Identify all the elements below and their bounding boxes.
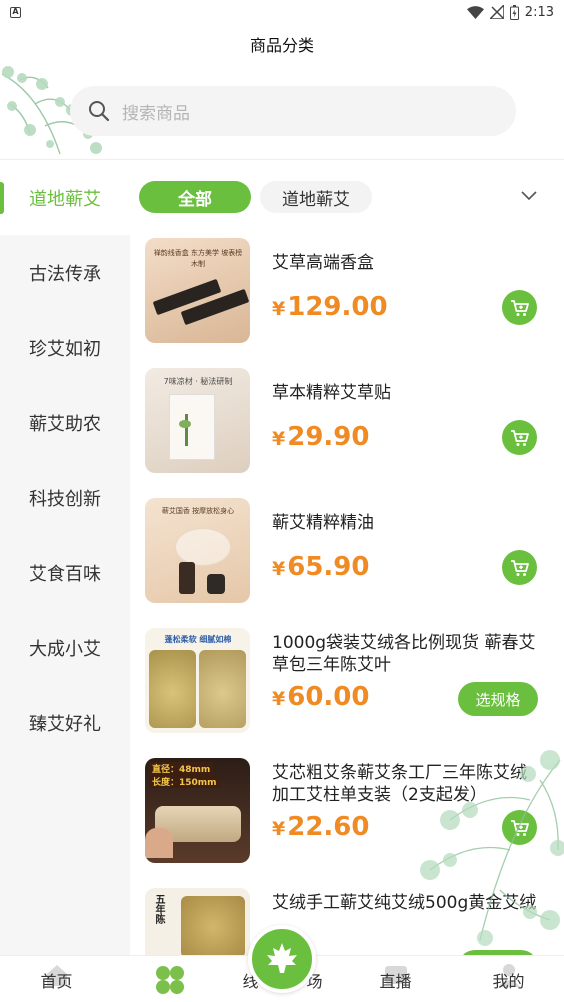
product-name: 艾绒手工蕲艾纯艾绒500g黄金艾绒 [272,893,537,913]
cart-icon [510,559,529,576]
sidebar-item-daodi-qiai[interactable]: 道地蕲艾 [0,160,130,235]
currency-symbol: ¥ [272,818,286,840]
product-image: 五年陈 [145,888,250,955]
product-price: ¥129.00 [272,292,388,322]
product-price: ¥29.90 [272,422,369,452]
thumb-caption-diameter: 直径：48mm [149,762,214,775]
system-icons: 2:13 [466,4,554,20]
product-image: 蓬松柔软 细腻如棉 [145,628,250,733]
thumb-caption: 蓬松柔软 细腻如棉 [164,635,232,644]
add-to-cart-button[interactable] [502,420,537,455]
nav-category[interactable] [113,956,226,1002]
add-to-cart-button[interactable] [502,550,537,585]
product-item[interactable]: 蕲艾国香 按摩放松身心 蕲艾精粹精油 ¥65.90 [130,490,564,610]
sidebar-item-keji-chuangxin[interactable]: 科技创新 [0,460,130,535]
product-name: 1000g袋装艾绒各比例现货 蕲春艾草包三年陈艾叶 [272,633,536,675]
nav-broadcast-label: 直播 [379,971,412,991]
currency-symbol: ¥ [272,558,286,580]
category-icon [155,965,184,994]
price-value: 22.60 [287,812,370,842]
nav-home-label: 首页 [40,971,73,991]
nav-home[interactable]: 首页 [0,956,113,1002]
product-list: 禅韵线香盒 东方美学 坡表榜木制 艾草高端香盒 ¥129.00 7味凉材 · 秘… [130,230,564,955]
battery-icon [509,4,519,20]
product-name: 艾芯粗艾条蕲艾条工厂三年陈艾绒加工艾柱单支装（2支起发） [272,763,527,805]
currency-symbol: ¥ [272,428,286,450]
sidebar-item-zhenai-ruchu[interactable]: 珍艾如初 [0,310,130,385]
nav-broadcast[interactable]: 直播 [339,956,452,1002]
notification-area: A [10,6,21,18]
product-item[interactable]: 蓬松柔软 细腻如棉 1000g袋装艾绒各比例现货 蕲春艾草包三年陈艾叶 ¥60.… [130,620,564,740]
category-sidebar: 道地蕲艾 古法传承 珍艾如初 蕲艾助农 科技创新 艾食百味 大成小艾 臻艾好礼 [0,160,130,955]
product-name: 蕲艾精粹精油 [272,513,374,533]
status-bar: A 2:13 [0,0,564,24]
wifi-icon [466,5,484,19]
sidebar-item-qiai-zhunong[interactable]: 蕲艾助农 [0,385,130,460]
thumb-caption: 禅韵线香盒 东方美学 坡表榜木制 [153,249,243,268]
thumb-caption: 7味凉材 · 秘法研制 [163,377,233,386]
product-item[interactable]: 五年陈 艾绒手工蕲艾纯艾绒500g黄金艾绒 [130,880,564,955]
page-title: 商品分类 [249,36,314,55]
product-price: ¥22.60 [272,812,369,842]
product-item[interactable]: 7味凉材 · 秘法研制 草本精粹艾草贴 ¥29.90 [130,360,564,480]
app-notification-icon: A [10,6,21,18]
sidebar-item-zhenai-haoli[interactable]: 臻艾好礼 [0,685,130,760]
product-image: 蕲艾国香 按摩放松身心 [145,498,250,603]
price-value: 65.90 [287,552,370,582]
product-image: 7味凉材 · 秘法研制 [145,368,250,473]
sidebar-item-aishi-baiwei[interactable]: 艾食百味 [0,535,130,610]
maple-leaf-icon [267,943,297,973]
cart-icon [510,299,529,316]
select-spec-button[interactable]: 选规格 [458,682,538,716]
filter-all-chip[interactable]: 全部 [139,181,251,213]
add-to-cart-button[interactable] [502,290,537,325]
product-item[interactable]: 禅韵线香盒 东方美学 坡表榜木制 艾草高端香盒 ¥129.00 [130,230,564,350]
sidebar-item-dacheng-xiaoai[interactable]: 大成小艾 [0,610,130,685]
sidebar-item-gufa-chuancheng[interactable]: 古法传承 [0,235,130,310]
header: 搜索商品 [0,64,564,160]
live-center-button[interactable] [248,925,316,993]
thumb-caption-length: 长度：150mm [149,775,220,788]
add-to-cart-button[interactable] [502,810,537,845]
product-item[interactable]: 直径：48mm 长度：150mm 艾芯粗艾条蕲艾条工厂三年陈艾绒加工艾柱单支装（… [130,750,564,870]
price-value: 60.00 [287,682,370,712]
product-price: ¥65.90 [272,552,369,582]
cart-icon [510,429,529,446]
cart-icon [510,819,529,836]
chevron-down-icon[interactable] [520,190,538,202]
status-time: 2:13 [524,4,554,20]
product-name: 艾草高端香盒 [272,253,374,273]
nav-mine[interactable]: 我的 [452,956,564,1002]
thumb-caption: 五年陈 [153,894,164,924]
search-placeholder: 搜索商品 [122,103,190,124]
price-value: 129.00 [287,292,388,322]
filter-subcategory-chip[interactable]: 道地蕲艾 [260,181,372,213]
search-icon [89,101,110,122]
product-image: 直径：48mm 长度：150mm [145,758,250,863]
currency-symbol: ¥ [272,688,286,710]
search-input[interactable]: 搜索商品 [70,86,516,136]
nav-mine-label: 我的 [492,971,525,991]
filter-chips: 全部 道地蕲艾 [138,180,564,216]
product-name: 草本精粹艾草贴 [272,383,391,403]
currency-symbol: ¥ [272,298,286,320]
product-image: 禅韵线香盒 东方美学 坡表榜木制 [145,238,250,343]
price-value: 29.90 [287,422,370,452]
product-price: ¥60.00 [272,682,369,712]
thumb-caption: 蕲艾国香 按摩放松身心 [161,507,235,515]
no-signal-icon [489,5,504,19]
